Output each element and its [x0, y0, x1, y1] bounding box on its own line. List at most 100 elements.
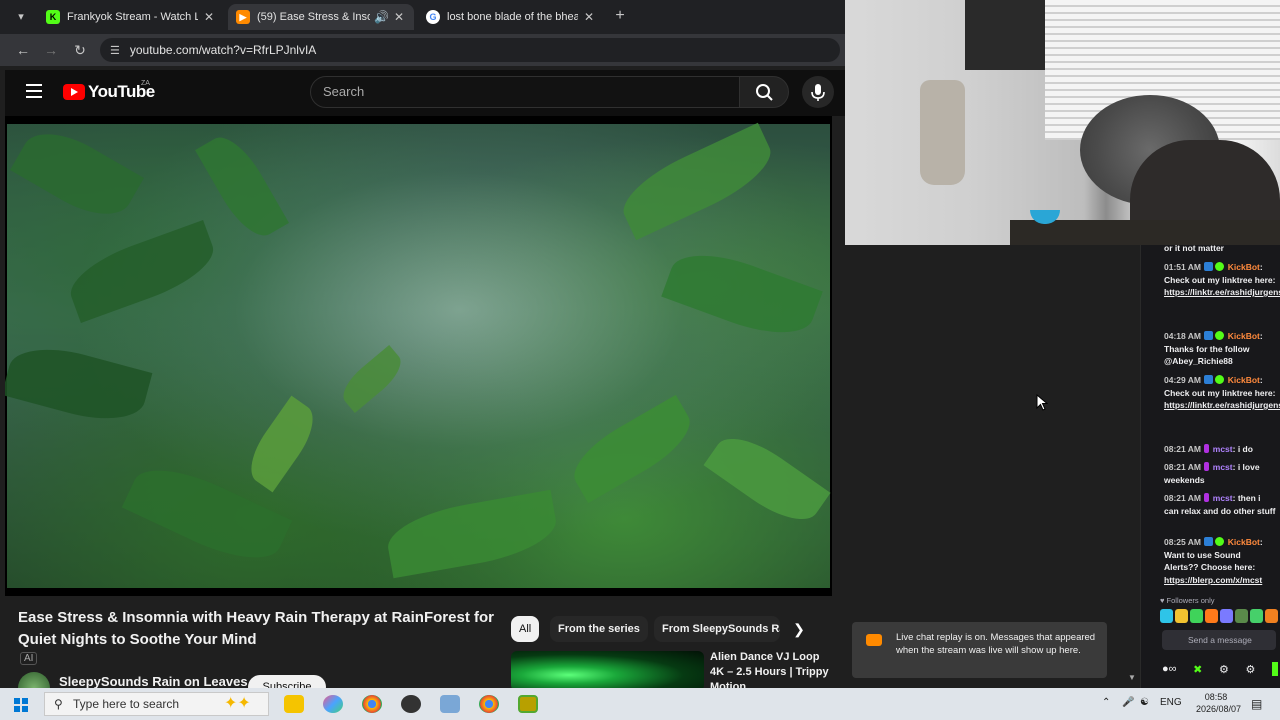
tab-search-chevron-icon[interactable]: ▾: [10, 7, 32, 27]
search-icon: ⚲: [54, 697, 63, 711]
chat-message: 04:29 AM KickBot: Check out my linktree …: [1164, 374, 1280, 412]
network-icon[interactable]: ☯: [1140, 697, 1149, 708]
search-input[interactable]: Search: [310, 76, 740, 108]
url-text: youtube.com/watch?v=RfrLPJnlvIA: [129, 43, 317, 57]
close-tab-icon[interactable]: ✕: [582, 10, 596, 24]
emote-icon: [1175, 609, 1188, 623]
chat-link[interactable]: https://linktr.ee/rashidjurgens: [1164, 400, 1280, 410]
rainforest-video-frame: [5, 118, 831, 588]
user-badge-icon: [1204, 493, 1210, 502]
obs-icon[interactable]: [401, 695, 421, 713]
emote-icon: [1220, 609, 1233, 623]
forward-arrow-icon[interactable]: →: [41, 40, 61, 60]
notifications-icon[interactable]: ▤: [1251, 697, 1262, 711]
language-indicator[interactable]: ENG: [1160, 697, 1182, 708]
microphone-icon[interactable]: 🎤: [1122, 697, 1134, 708]
ai-label-badge[interactable]: AI: [20, 652, 38, 665]
emote-icon: [1235, 609, 1248, 623]
file-explorer-icon[interactable]: [284, 695, 304, 713]
replay-notice-text: Live chat replay is on. Messages that ap…: [896, 632, 1096, 656]
chip-from-channel[interactable]: From SleepySounds Ra: [654, 616, 780, 642]
back-arrow-icon[interactable]: ←: [13, 40, 33, 60]
video-player[interactable]: [5, 116, 832, 596]
channel-name[interactable]: SleepySounds Rain on Leaves: [59, 674, 248, 689]
voice-search-button[interactable]: [802, 76, 834, 108]
emote-icon: [1205, 609, 1218, 623]
tab-google-search[interactable]: G lost bone blade of the bheaded ✕: [418, 4, 604, 30]
chat-message: 08:21 AM mcst: then i can relax and do o…: [1164, 493, 1276, 516]
verified-badge-icon: [1215, 331, 1225, 340]
emote-icon: [1190, 609, 1203, 623]
chat-link[interactable]: https://blerp.com/x/mcst: [1164, 575, 1262, 585]
points-icon[interactable]: ●∞: [1162, 663, 1177, 675]
youtube-logo-icon[interactable]: [63, 84, 85, 100]
bot-badge-icon: [1204, 331, 1214, 340]
verified-badge-icon: [1215, 537, 1225, 546]
user-badge-icon: [1204, 462, 1210, 471]
snipping-tool-icon[interactable]: [440, 695, 460, 713]
minecraft-icon[interactable]: [518, 695, 538, 713]
verified-badge-icon: [1215, 262, 1225, 271]
recommended-video-thumbnail[interactable]: [511, 651, 704, 691]
chat-message: 08:21 AM mcst: i love weekends: [1164, 462, 1260, 485]
bot-badge-icon: [1204, 375, 1214, 384]
send-message-input[interactable]: Send a message: [1162, 630, 1276, 650]
chrome-icon[interactable]: [362, 695, 382, 713]
chat-link[interactable]: https://linktr.ee/rashidjurgens: [1164, 287, 1280, 297]
tab-title: lost bone blade of the bheaded: [447, 11, 578, 23]
google-icon: G: [426, 10, 440, 24]
emote-icon: [1160, 609, 1173, 623]
user-badge-icon: [1204, 444, 1210, 453]
settings-icon[interactable]: ⚙: [1245, 663, 1255, 676]
close-tab-icon[interactable]: ✕: [392, 10, 406, 24]
clock[interactable]: 08:58 2026/08/07: [1196, 691, 1242, 715]
tab-title: Frankyok Stream - Watch Live o: [67, 11, 198, 23]
chip-from-the-series[interactable]: From the series: [550, 616, 648, 642]
chat-toolbar: ●∞ ✖ ⚙ ⚙: [1162, 660, 1278, 678]
emote-bar[interactable]: [1160, 609, 1278, 623]
tab-title: (59) Ease Stress & Insomnia: [257, 11, 370, 23]
chat-message: 04:18 AM KickBot: Thanks for the follow …: [1164, 331, 1263, 366]
country-code: ZA: [141, 80, 150, 87]
sparkle-icon[interactable]: ✦✦: [224, 693, 251, 713]
scroll-down-icon[interactable]: ▼: [1128, 673, 1136, 682]
new-tab-button[interactable]: +: [610, 6, 630, 26]
gear-icon[interactable]: ⚙: [1219, 663, 1229, 676]
emote-icon: [1250, 609, 1263, 623]
chip-all[interactable]: All: [511, 616, 540, 642]
chrome-profile-icon[interactable]: [479, 695, 499, 713]
verified-badge-icon: [1215, 375, 1225, 384]
followers-only-label: ♥ Followers only: [1160, 596, 1215, 605]
close-tab-icon[interactable]: ✕: [202, 10, 216, 24]
url-bar[interactable]: ☰ youtube.com/watch?v=RfrLPJnlvIA: [100, 38, 840, 62]
chat-message: 01:51 AM KickBot: Check out my linktree …: [1164, 261, 1280, 299]
send-button[interactable]: [1271, 662, 1278, 676]
chat-message: 08:21 AM mcst: i do: [1164, 444, 1253, 454]
kick-icon[interactable]: ✖: [1193, 663, 1202, 676]
mouse-cursor-icon: [1036, 394, 1048, 411]
clock-time: 08:58: [1204, 692, 1228, 702]
chat-message-truncated: or it not matter: [1164, 243, 1224, 253]
search-icon: [756, 84, 773, 101]
clock-date: 2026/08/07: [1196, 704, 1242, 714]
bot-badge-icon: [1204, 537, 1214, 546]
kick-icon: K: [46, 10, 60, 24]
windows-start-icon[interactable]: [14, 698, 28, 712]
bot-badge-icon: [1204, 262, 1214, 271]
reload-icon[interactable]: ↻: [70, 40, 90, 60]
search-button[interactable]: [739, 76, 789, 108]
chevron-right-icon[interactable]: ❯: [788, 618, 810, 640]
emote-icon: [1265, 609, 1278, 623]
tab-kick-stream[interactable]: K Frankyok Stream - Watch Live o ✕: [38, 4, 224, 30]
webcam-feed: [845, 0, 1280, 245]
chat-message: 08:25 AM KickBot: Want to use Sound Aler…: [1164, 537, 1263, 585]
chevron-up-icon[interactable]: ⌃: [1102, 697, 1110, 708]
speaker-icon[interactable]: 🔊: [374, 10, 389, 24]
site-info-icon[interactable]: ☰: [110, 44, 120, 57]
microphone-icon: [811, 84, 825, 101]
copilot-icon[interactable]: [323, 695, 343, 713]
video-title: Ease Stress & Insomnia with Heavy Rain T…: [18, 609, 494, 648]
menu-icon[interactable]: [26, 84, 42, 98]
tab-youtube-video[interactable]: ▶ (59) Ease Stress & Insomnia 🔊 ✕: [228, 4, 414, 30]
youtube-icon: [866, 634, 882, 646]
